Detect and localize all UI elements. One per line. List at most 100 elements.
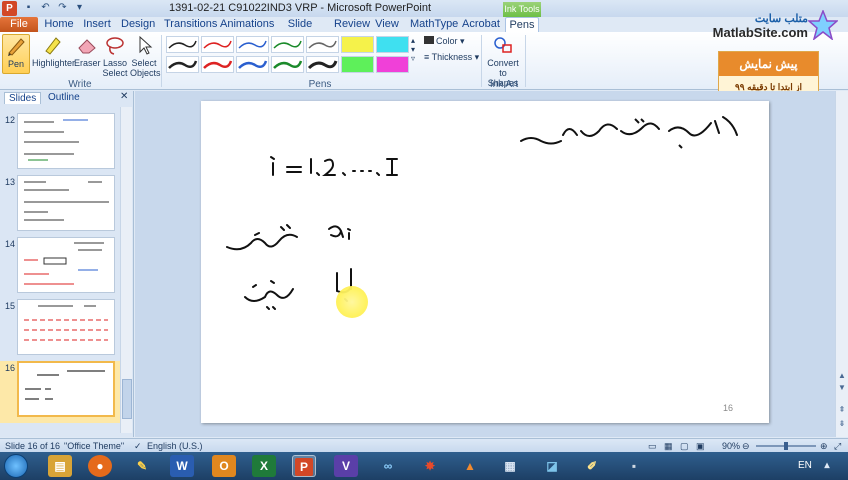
- tray-arrow-icon[interactable]: ▴: [818, 455, 836, 477]
- slideshow-view-icon[interactable]: ▣: [696, 441, 705, 452]
- tab-home[interactable]: Home: [44, 17, 74, 32]
- pen-swatch-black-thick[interactable]: [166, 56, 199, 73]
- reading-view-icon[interactable]: ▢: [680, 441, 689, 452]
- slide-thumbnail[interactable]: 12: [0, 113, 120, 173]
- tab-file[interactable]: File: [0, 17, 38, 32]
- camera-app-icon[interactable]: ▪: [622, 455, 646, 477]
- close-pane-icon[interactable]: ✕: [120, 91, 128, 102]
- tab-mathtype[interactable]: MathType: [410, 17, 458, 32]
- slide-sorter-icon[interactable]: ▦: [664, 441, 673, 452]
- tab-pens[interactable]: Pens: [505, 17, 539, 32]
- calculator-icon[interactable]: ▦: [498, 455, 522, 477]
- pen-swatch-blue-thick[interactable]: [236, 56, 269, 73]
- color-button[interactable]: Color ▾: [424, 36, 465, 47]
- select-objects-button[interactable]: Select Objects: [130, 34, 161, 78]
- tab-view[interactable]: View: [375, 17, 399, 32]
- tab-design[interactable]: Design: [121, 17, 155, 32]
- firefox-icon[interactable]: ●: [88, 455, 112, 477]
- zoom-out-icon[interactable]: ⊖: [742, 441, 750, 452]
- ink-tools-context-label: Ink Tools: [503, 2, 541, 17]
- normal-view-icon[interactable]: ▭: [648, 441, 657, 452]
- pen-swatch-black-marker[interactable]: [306, 56, 339, 73]
- slide-thumbnail-selected[interactable]: 16: [0, 361, 120, 423]
- star-logo-icon: [808, 10, 838, 40]
- notes-app-icon[interactable]: ✎: [130, 455, 154, 477]
- spellcheck-icon[interactable]: ✓: [134, 441, 142, 452]
- next-slide-icon[interactable]: ⇟: [837, 419, 847, 429]
- file-explorer-icon[interactable]: ▤: [48, 455, 72, 477]
- highlighter-swatch-green[interactable]: [341, 56, 374, 73]
- lasso-select-button[interactable]: Lasso Select: [102, 34, 128, 78]
- input-language-indicator[interactable]: EN: [798, 460, 812, 471]
- pen-swatch-green-thin[interactable]: [271, 36, 304, 53]
- zoom-in-icon[interactable]: ⊕: [820, 441, 828, 452]
- thickness-button[interactable]: ≡ Thickness ▾: [424, 52, 479, 63]
- pen-swatch-red-thick[interactable]: [201, 56, 234, 73]
- highlighter-label: Highlighter: [32, 58, 76, 68]
- visio-icon[interactable]: V: [334, 455, 358, 477]
- thumbnail-list: 12 13 14 15 16: [0, 107, 120, 433]
- pen-swatch-black-thin[interactable]: [166, 36, 199, 53]
- pen-label: Pen: [7, 59, 24, 69]
- highlighter-button[interactable]: Highlighter: [32, 34, 76, 68]
- start-button[interactable]: [4, 454, 28, 478]
- pen-swatch-blue-thin[interactable]: [236, 36, 269, 53]
- infinity-app-icon[interactable]: ∞: [376, 455, 400, 477]
- pen-swatch-gray-thin[interactable]: [306, 36, 339, 53]
- outlook-icon[interactable]: O: [212, 455, 236, 477]
- pen-swatch-green-thick[interactable]: [271, 56, 304, 73]
- scroll-down-icon[interactable]: ▼: [837, 383, 847, 393]
- color-icon: [424, 36, 434, 44]
- powerpoint-taskbar-icon[interactable]: P: [292, 455, 316, 477]
- excel-icon[interactable]: X: [252, 455, 276, 477]
- thickness-icon: ≡: [424, 52, 430, 62]
- zoom-level[interactable]: 90%: [722, 441, 740, 451]
- slide-thumbnail[interactable]: 13: [0, 175, 120, 235]
- fit-to-window-icon[interactable]: ⤢: [834, 441, 841, 452]
- word-icon[interactable]: W: [170, 455, 194, 477]
- brand-tagline: متلب سایت: [754, 13, 808, 25]
- cursor-arrow-icon: [139, 35, 153, 55]
- scroll-up-icon[interactable]: ▲: [837, 371, 847, 381]
- zoom-slider-handle[interactable]: [784, 442, 788, 450]
- slide-thumbnail[interactable]: 14: [0, 237, 120, 297]
- eraser-label: Eraser: [74, 58, 101, 68]
- thumbnails-scrollbar[interactable]: [120, 107, 132, 433]
- slide-counter: Slide 16 of 16: [5, 441, 61, 451]
- status-bar: Slide 16 of 16 "Office Theme" ✓ English …: [0, 438, 848, 452]
- slide-thumbnail[interactable]: 15: [0, 299, 120, 359]
- tab-slideshow[interactable]: Slide Show: [278, 17, 322, 44]
- tab-slides[interactable]: Slides: [4, 92, 42, 104]
- thumbnail-preview: [17, 175, 115, 231]
- highlighter-swatch-cyan[interactable]: [376, 36, 409, 53]
- pens-gallery-more-icon[interactable]: ▴ ▾ ▿: [411, 36, 415, 63]
- tab-animations[interactable]: Animations: [220, 17, 274, 32]
- slide-canvas[interactable]: 16: [201, 101, 769, 423]
- highlighter-swatch-magenta[interactable]: [376, 56, 409, 73]
- ink-art-group-label: Ink Art: [489, 79, 519, 90]
- banner-title: پیش نمایش: [719, 52, 818, 76]
- scrollbar-thumb[interactable]: [122, 379, 132, 419]
- tab-acrobat[interactable]: Acrobat: [462, 17, 500, 32]
- text-editor-icon[interactable]: ✐: [580, 455, 604, 477]
- burst-app-icon[interactable]: ✸: [418, 455, 442, 477]
- tab-outline[interactable]: Outline: [44, 92, 84, 103]
- thumbnail-preview: [17, 361, 115, 417]
- pens-group-label: Pens: [308, 79, 332, 90]
- slide-workspace: 16: [135, 91, 835, 437]
- pen-button[interactable]: Pen: [2, 34, 30, 74]
- laser-pointer-highlight: [336, 286, 368, 318]
- eraser-button[interactable]: Eraser: [74, 34, 101, 68]
- language-indicator[interactable]: English (U.S.): [147, 441, 203, 451]
- slide-scrollbar[interactable]: ▲ ▼ ⇞ ⇟: [835, 91, 848, 437]
- thumbnail-preview: [17, 237, 115, 293]
- tab-insert[interactable]: Insert: [82, 17, 112, 32]
- thumbnail-number: 13: [5, 177, 16, 187]
- pen-swatch-red-thin[interactable]: [201, 36, 234, 53]
- tab-transitions[interactable]: Transitions: [164, 17, 217, 32]
- tab-review[interactable]: Review: [334, 17, 370, 32]
- previous-slide-icon[interactable]: ⇞: [837, 405, 847, 415]
- matlab-icon[interactable]: ▲: [458, 455, 482, 477]
- paint-app-icon[interactable]: ◪: [540, 455, 564, 477]
- highlighter-swatch-yellow[interactable]: [341, 36, 374, 53]
